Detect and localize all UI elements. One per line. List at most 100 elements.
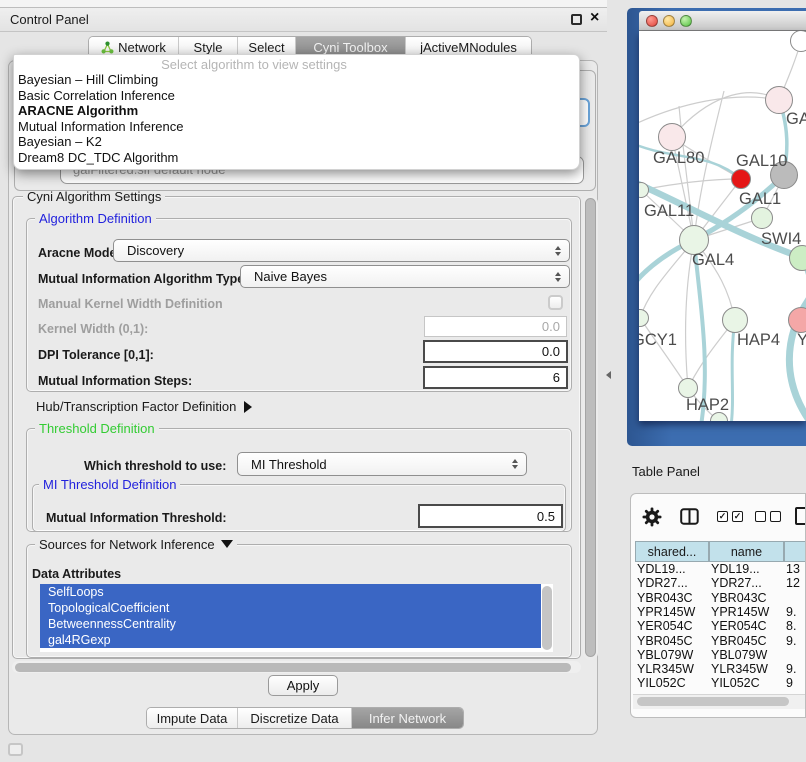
float-panel-icon[interactable] xyxy=(571,14,582,25)
attribute-list-item[interactable]: SelfLoops xyxy=(40,584,541,600)
unchecked-boxes-icon[interactable] xyxy=(755,511,781,522)
table-row[interactable]: YLR345WYLR345W9. xyxy=(635,662,806,676)
network-node-label: GAL80 xyxy=(653,149,704,168)
tab-infer-network[interactable]: Infer Network xyxy=(352,708,463,728)
tab-discretize-data-label: Discretize Data xyxy=(250,711,338,726)
network-node[interactable] xyxy=(678,378,698,398)
dpi-tolerance-label: DPI Tolerance [0,1]: xyxy=(38,348,154,362)
mi-steps-field[interactable]: 6 xyxy=(423,366,568,389)
minimize-window-icon[interactable] xyxy=(663,15,675,27)
column-header-name[interactable]: name xyxy=(709,541,784,562)
attribute-list-item[interactable]: gal4RGexp xyxy=(40,632,541,648)
tab-jactivemnodules-label: jActiveMNodules xyxy=(420,40,517,55)
zoom-window-icon[interactable] xyxy=(680,15,692,27)
tab-cyni-toolbox-label: Cyni Toolbox xyxy=(313,40,387,55)
network-node-label: Y xyxy=(797,331,806,350)
column-header-extra[interactable] xyxy=(784,541,806,562)
algorithm-dropdown-hint: Select algorithm to view settings xyxy=(14,55,494,72)
table-cell: YDR27... xyxy=(635,576,709,590)
network-node[interactable] xyxy=(722,307,748,333)
checked-boxes-icon[interactable]: ✓✓ xyxy=(717,511,743,522)
splitter-collapse-icon[interactable] xyxy=(606,371,611,379)
tab-select-label: Select xyxy=(248,40,284,55)
table-cell: 12 xyxy=(784,576,806,590)
new-table-icon[interactable] xyxy=(795,507,806,525)
which-threshold-combo[interactable]: MI Threshold xyxy=(237,452,527,476)
table-cell: YIL052C xyxy=(709,676,784,690)
table-cell: YIL052C xyxy=(635,676,709,690)
aracne-mode-value: Discovery xyxy=(127,243,184,258)
table-row[interactable]: YBR045CYBR045C9. xyxy=(635,634,806,648)
chevron-right-icon xyxy=(244,401,252,413)
data-attributes-list[interactable]: SelfLoopsTopologicalCoefficientBetweenne… xyxy=(40,584,553,652)
algorithm-option[interactable]: ARACNE Algorithm xyxy=(14,103,579,119)
network-canvas[interactable]: GALGAL80GAL10GAL1GAL11SWI4GAL4GCY1HAP4YH… xyxy=(639,31,806,421)
table-row[interactable]: YER054CYER054C8. xyxy=(635,619,806,633)
cyni-bottom-tabs: Impute Data Discretize Data Infer Networ… xyxy=(146,707,464,729)
mi-type-combo[interactable]: Naive Bayes xyxy=(240,265,570,288)
network-nodes-layer: GALGAL80GAL10GAL1GAL11SWI4GAL4GCY1HAP4YH… xyxy=(639,31,806,421)
control-panel-title: Control Panel xyxy=(10,8,89,32)
attribute-list-item[interactable]: TopologicalCoefficient xyxy=(40,600,541,616)
panel-corner-button[interactable] xyxy=(8,743,23,756)
algorithm-option[interactable]: Dream8 DC_TDC Algorithm xyxy=(14,150,579,166)
manual-kernel-label: Manual Kernel Width Definition xyxy=(38,297,223,311)
table-row[interactable]: YDR27...YDR27...12 xyxy=(635,576,806,590)
network-node[interactable] xyxy=(639,309,649,327)
apply-button[interactable]: Apply xyxy=(268,675,338,696)
attributes-scrollbar[interactable] xyxy=(542,586,552,650)
screen: Control Panel × galFiltered.sif default … xyxy=(0,0,806,762)
network-node[interactable] xyxy=(639,182,649,198)
network-window-titlebar[interactable] xyxy=(639,11,806,31)
close-window-icon[interactable] xyxy=(646,15,658,27)
tab-impute-data[interactable]: Impute Data xyxy=(147,708,238,728)
table-row[interactable]: YIL052CYIL052C9 xyxy=(635,676,806,690)
table-row[interactable]: YDL19...YDL19...13 xyxy=(635,562,806,576)
close-panel-icon[interactable]: × xyxy=(590,9,599,27)
hub-definition-label: Hub/Transcription Factor Definition xyxy=(36,399,236,414)
settings-vscroll-thumb[interactable] xyxy=(585,198,596,657)
mi-steps-label: Mutual Information Steps: xyxy=(38,374,192,388)
table-cell: YBL079W xyxy=(635,648,709,662)
network-node[interactable] xyxy=(790,31,806,52)
table-row[interactable]: YBR043CYBR043C xyxy=(635,591,806,605)
network-node-label: GAL xyxy=(786,110,806,129)
table-hscroll-thumb[interactable] xyxy=(637,697,789,706)
network-node[interactable] xyxy=(658,123,686,151)
network-node[interactable] xyxy=(731,169,751,189)
mi-threshold-field[interactable]: 0.5 xyxy=(418,504,563,528)
table-cell xyxy=(784,648,806,662)
column-header-shared[interactable]: shared... xyxy=(635,541,709,562)
attribute-list-item[interactable]: BetweennessCentrality xyxy=(40,616,541,632)
tab-style-label: Style xyxy=(194,40,223,55)
table-row[interactable]: YBL079WYBL079W xyxy=(635,648,806,662)
settings-hscroll-thumb[interactable] xyxy=(15,663,571,672)
gear-icon[interactable] xyxy=(642,507,662,527)
aracne-mode-label: Aracne Mode: xyxy=(38,246,121,260)
table-cell: YLR345W xyxy=(709,662,784,676)
control-panel-header: Control Panel × xyxy=(0,8,607,32)
table-cell: 9 xyxy=(784,676,806,690)
aracne-mode-combo[interactable]: Discovery xyxy=(113,239,570,262)
data-attributes-label: Data Attributes xyxy=(32,567,121,581)
kernel-width-field[interactable]: 0.0 xyxy=(424,316,567,337)
mi-threshold-label: Mutual Information Threshold: xyxy=(46,511,227,525)
manual-kernel-checkbox[interactable] xyxy=(548,295,563,310)
sources-legend[interactable]: Sources for Network Inference xyxy=(35,537,237,552)
cyni-settings-legend: Cyni Algorithm Settings xyxy=(23,189,165,204)
table-cell: YDL19... xyxy=(635,562,709,576)
table-row[interactable]: YPR145WYPR145W9. xyxy=(635,605,806,619)
network-node-label: GCY1 xyxy=(639,331,677,350)
algorithm-option[interactable]: Basic Correlation Inference xyxy=(14,88,579,104)
mi-type-label: Mutual Information Algorithm Type: xyxy=(38,272,248,286)
dpi-tolerance-field[interactable]: 0.0 xyxy=(423,340,568,363)
columns-icon[interactable] xyxy=(680,508,699,525)
tab-discretize-data[interactable]: Discretize Data xyxy=(238,708,352,728)
network-node[interactable] xyxy=(751,207,773,229)
sources-legend-label: Sources for Network Inference xyxy=(39,537,215,552)
algorithm-option[interactable]: Mutual Information Inference xyxy=(14,119,579,135)
network-node[interactable] xyxy=(788,307,806,333)
algorithm-option[interactable]: Bayesian – K2 xyxy=(14,134,579,150)
algorithm-option[interactable]: Bayesian – Hill Climbing xyxy=(14,72,579,88)
hub-definition-toggle[interactable]: Hub/Transcription Factor Definition xyxy=(36,399,252,414)
